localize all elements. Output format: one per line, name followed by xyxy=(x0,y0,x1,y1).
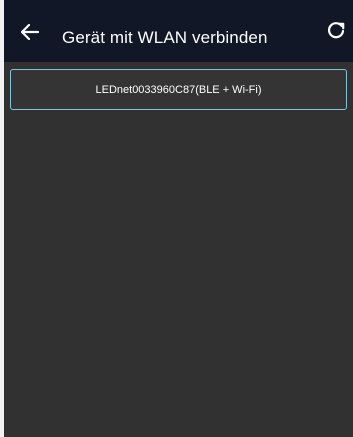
back-button[interactable] xyxy=(18,21,42,43)
top-bar: Gerät mit WLAN verbinden xyxy=(4,0,353,62)
refresh-icon xyxy=(327,22,345,39)
device-item[interactable]: LEDnet0033960C87(BLE + Wi-Fi) xyxy=(10,69,347,110)
app-window: Gerät mit WLAN verbinden LEDnet0033960C8… xyxy=(4,0,353,437)
device-list: LEDnet0033960C87(BLE + Wi-Fi) xyxy=(4,62,353,437)
refresh-button[interactable] xyxy=(326,20,346,40)
device-name: LEDnet0033960C87(BLE + Wi-Fi) xyxy=(95,83,262,96)
page-title: Gerät mit WLAN verbinden xyxy=(62,28,268,47)
arrow-left-icon xyxy=(20,23,40,41)
